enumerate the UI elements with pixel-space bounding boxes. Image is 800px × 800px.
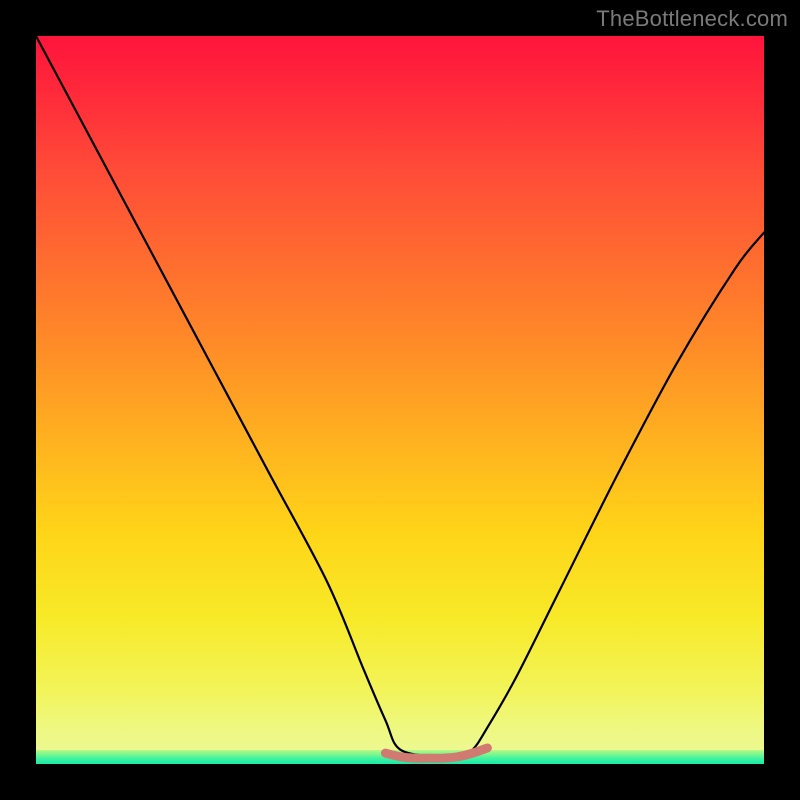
- plot-area: [36, 36, 764, 764]
- green-band: [36, 750, 764, 764]
- watermark-text: TheBottleneck.com: [596, 6, 788, 32]
- chart-frame: TheBottleneck.com: [0, 0, 800, 800]
- bottleneck-curve: [36, 36, 764, 758]
- chart-svg: [36, 36, 764, 764]
